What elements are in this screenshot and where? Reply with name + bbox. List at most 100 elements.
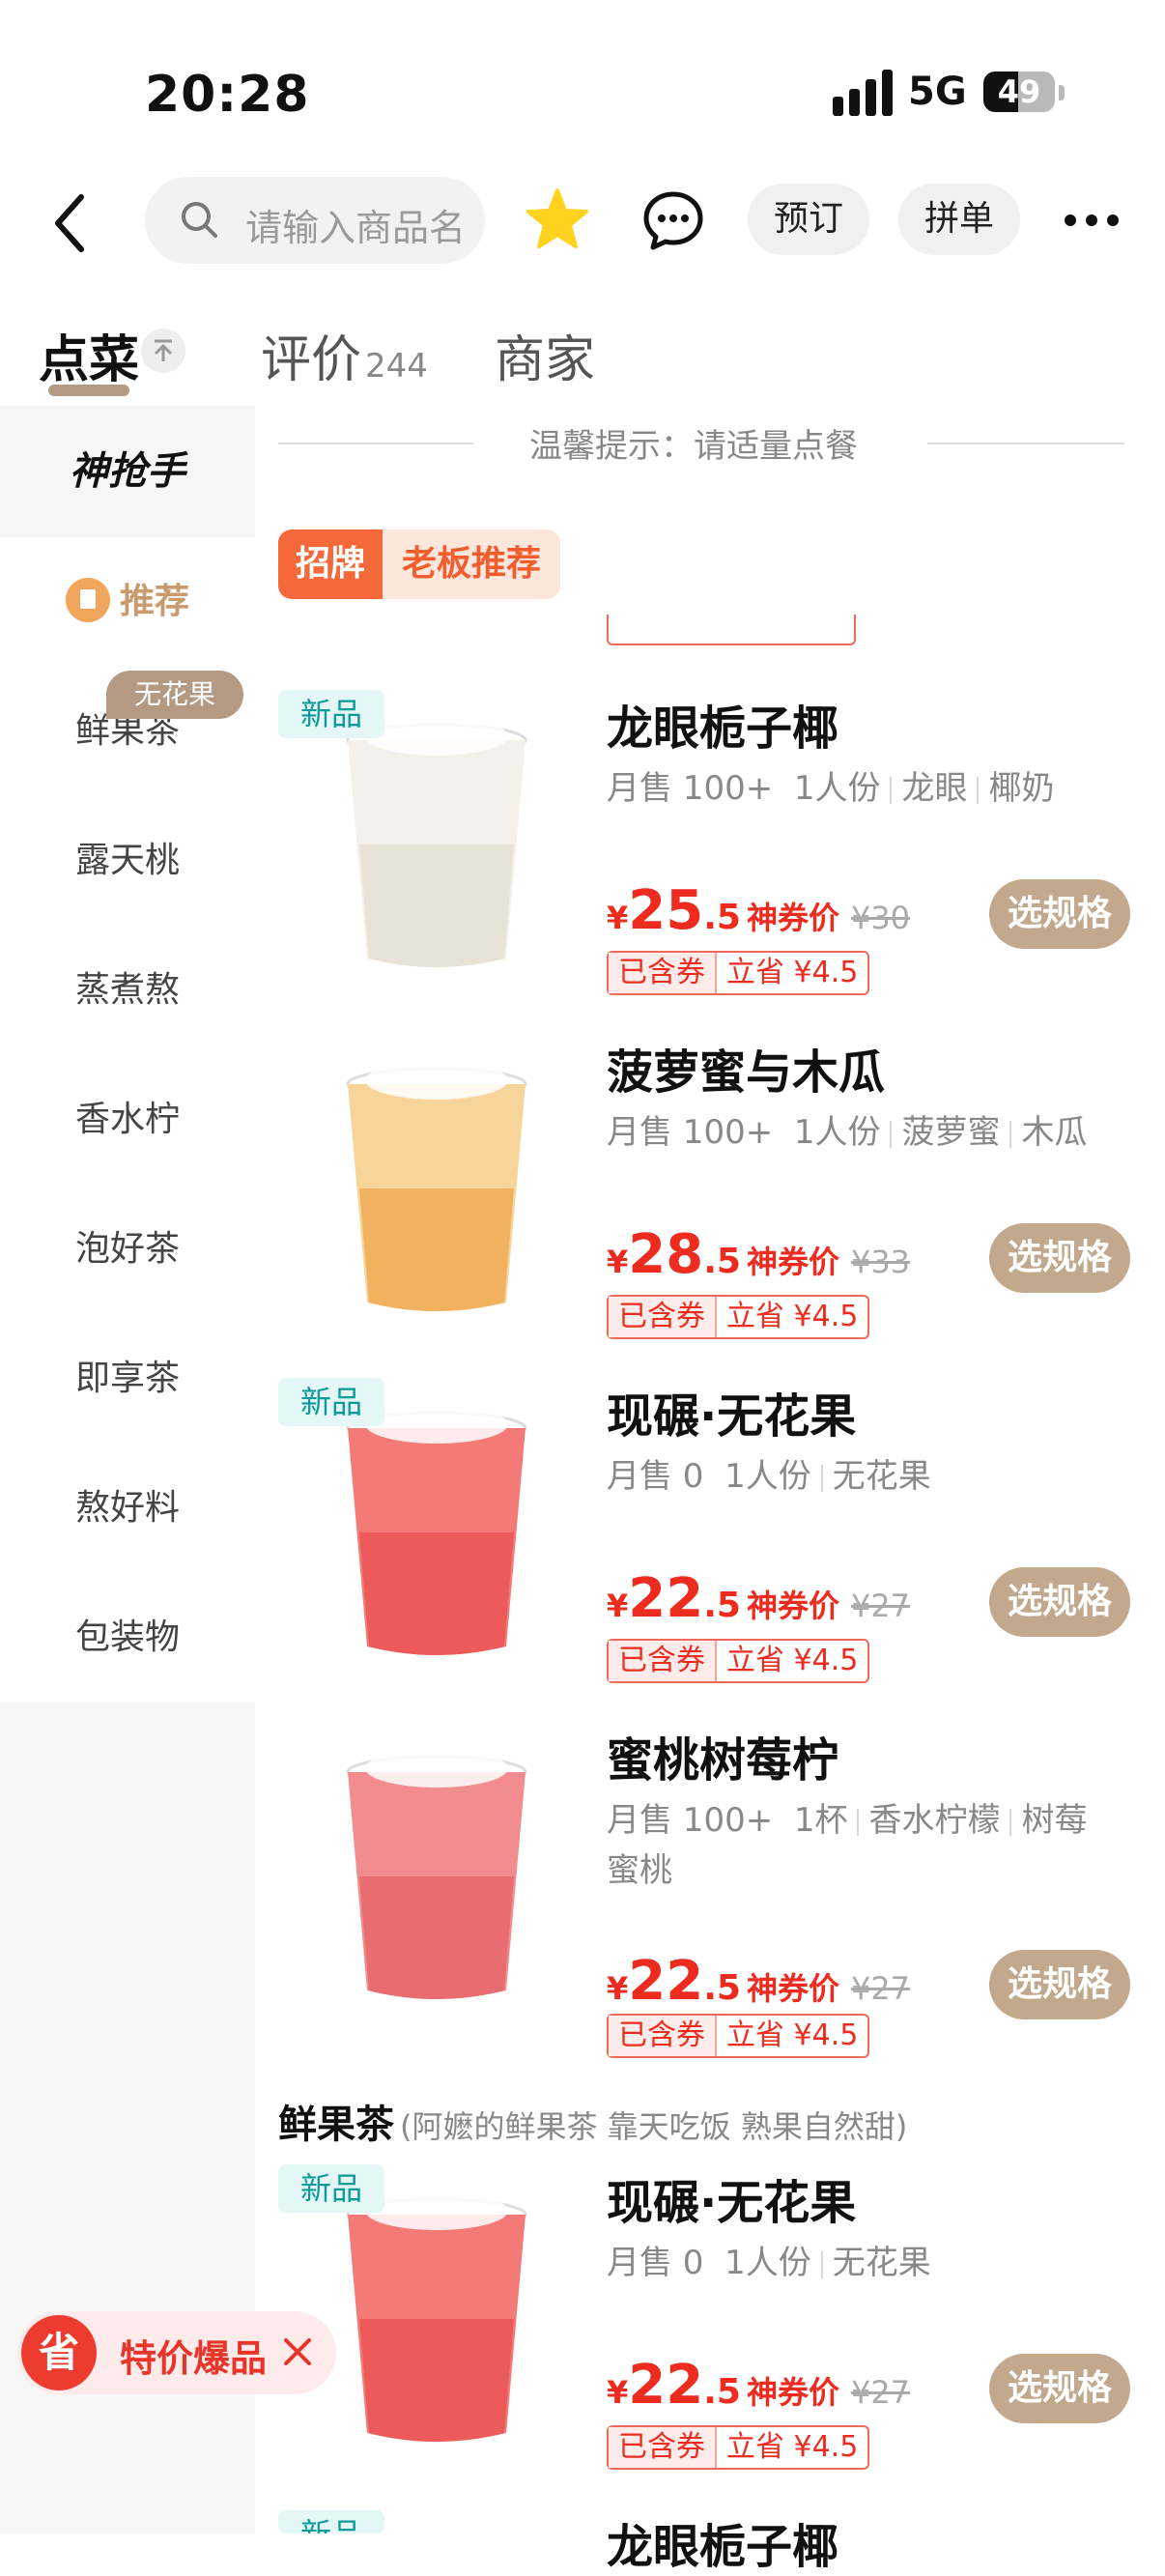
product-tag: 木瓜 xyxy=(1021,1113,1088,1152)
tab-reviews[interactable]: 评价 244 xyxy=(261,319,428,391)
meta-separator xyxy=(820,1464,823,1492)
chat-icon[interactable] xyxy=(641,188,705,252)
close-icon[interactable] xyxy=(278,2333,317,2371)
special-deal-float[interactable]: 省 特价爆品 xyxy=(17,2311,336,2394)
coupon-saved: 立省 ¥4.5 xyxy=(715,2016,867,2056)
coupon-badge: 已含券 立省 ¥4.5 xyxy=(607,2425,870,2470)
product-tag: 无花果 xyxy=(832,1457,931,1496)
coupon-saved: 立省 ¥4.5 xyxy=(715,1641,867,1681)
group-order-button[interactable]: 拼单 xyxy=(898,184,1020,255)
sidebar-item-brand[interactable]: 神抢手 xyxy=(0,406,255,537)
select-spec-button[interactable]: 选规格 xyxy=(989,1950,1130,2019)
product-price: ¥22.5 神券价 ¥27 xyxy=(607,2354,910,2417)
sidebar-item-packaging[interactable]: 包装物 xyxy=(0,1573,255,1703)
sidebar-recommend-label: 推荐 xyxy=(119,582,189,621)
coupon-badge: 已含券 立省 ¥4.5 xyxy=(607,951,870,995)
coupon-badge: 已含券 立省 ¥4.5 xyxy=(607,1639,870,1683)
sidebar-item-recommend[interactable]: 推荐 xyxy=(0,537,255,667)
back-icon[interactable] xyxy=(44,189,102,257)
peek-new-tag: 新品 xyxy=(278,2510,384,2533)
coupon-included-label: 已含券 xyxy=(609,2016,715,2056)
product-card[interactable]: 新品 现碾·无花果 月售 0 1人份 无花果 ¥22.5 神券价 ¥27 已含券 立省 … xyxy=(255,2164,1165,2508)
coupon-price-label: 神券价 xyxy=(746,1970,839,2007)
coupon-included-label: 已含券 xyxy=(609,1641,715,1681)
select-spec-button[interactable]: 选规格 xyxy=(989,2354,1130,2423)
sidebar-item-lutiantao[interactable]: 露天桃 xyxy=(0,796,255,926)
coupon-badge: 已含券 立省 ¥4.5 xyxy=(607,1295,870,1339)
search-input[interactable]: 请输入商品名 xyxy=(145,177,485,264)
coupon-price-label: 神券价 xyxy=(746,2374,839,2411)
coupon-saved: 立省 ¥4.5 xyxy=(715,1297,867,1337)
pin-top-icon[interactable] xyxy=(141,329,185,373)
monthly-sales: 月售 100+ xyxy=(607,769,774,808)
product-image xyxy=(346,1061,527,1311)
product-price: ¥28.5 神券价 ¥33 xyxy=(607,1223,910,1286)
sidebar-item-zhengzhuao[interactable]: 蒸煮熬 xyxy=(0,926,255,1055)
new-tag: 新品 xyxy=(278,2164,384,2213)
search-icon xyxy=(182,202,217,238)
product-card[interactable]: 新品 现碾·无花果 月售 0 1人份 无花果 ¥22.5 神券价 ¥27 已含券 立省 … xyxy=(255,1378,1165,1722)
original-price: ¥27 xyxy=(850,1588,911,1624)
product-tag: 香水柠檬 xyxy=(868,1801,1001,1840)
meta-separator xyxy=(977,776,980,804)
reserve-button[interactable]: 预订 xyxy=(748,184,869,255)
meta-separator xyxy=(857,1808,860,1836)
sidebar-item-jixiangcha[interactable]: 即享茶 xyxy=(0,1314,255,1444)
product-tag: 无花果 xyxy=(832,2244,931,2282)
portion: 1人份 xyxy=(793,769,881,808)
sidebar-item-paohaocha[interactable]: 泡好茶 xyxy=(0,1185,255,1314)
product-name: 蜜桃树莓柠 xyxy=(607,1733,839,1788)
status-time: 20:28 xyxy=(145,66,310,124)
price-decimal: .5 xyxy=(703,1968,741,2008)
new-tag: 新品 xyxy=(278,1378,384,1426)
notice-text: 温馨提示：请适量点餐 xyxy=(529,427,858,466)
notice-divider-left xyxy=(278,443,473,444)
product-tag: 龙眼 xyxy=(901,769,968,808)
price-decimal: .5 xyxy=(703,2372,741,2412)
select-spec-button[interactable]: 选规格 xyxy=(989,879,1130,949)
notice-divider-right xyxy=(927,443,1124,444)
meta-separator xyxy=(1009,1808,1012,1836)
price-integer: 22 xyxy=(628,2354,704,2417)
monthly-sales: 月售 100+ xyxy=(607,1801,774,1840)
product-meta: 月售 0 1人份 无花果 xyxy=(607,2238,1128,2288)
sidebar-item-xiangshuining[interactable]: 香水柠 xyxy=(0,1055,255,1185)
product-card[interactable]: 新品 龙眼栀子椰 月售 100+ 1人份 龙眼 椰奶 ¥25.5 神券价 ¥30 已含券… xyxy=(255,690,1165,1034)
currency-symbol: ¥ xyxy=(607,1244,629,1280)
coupon-price-label: 神券价 xyxy=(746,1588,839,1624)
monthly-sales: 月售 0 xyxy=(607,1457,704,1496)
signature-tag: 招牌 老板推荐 xyxy=(278,530,561,599)
coupon-badge: 已含券 立省 ¥4.5 xyxy=(607,2014,870,2058)
product-card[interactable]: 菠萝蜜与木瓜 月售 100+ 1人份 菠萝蜜 木瓜 ¥28.5 神券价 ¥33 已含券立… xyxy=(255,1034,1165,1378)
select-spec-button[interactable]: 选规格 xyxy=(989,1567,1130,1637)
section-title-fresh-fruit-tea: 鲜果茶 (阿嬷的鲜果茶 靠天吃饭 熟果自然甜) xyxy=(278,2093,907,2149)
product-price: ¥22.5 神券价 ¥27 xyxy=(607,1567,910,1630)
tab-merchant[interactable]: 商家 xyxy=(495,319,595,391)
favorite-star-icon[interactable] xyxy=(526,187,589,251)
select-spec-button[interactable]: 选规格 xyxy=(989,1223,1130,1293)
product-image xyxy=(346,1405,527,1655)
meta-separator xyxy=(820,2250,823,2278)
product-tag-wrap: 蜜桃 xyxy=(607,1851,672,1890)
product-image xyxy=(346,717,527,967)
special-deal-label: 特价爆品 xyxy=(120,2337,268,2380)
coupon-price-label: 神券价 xyxy=(746,900,839,936)
signal-icon xyxy=(833,68,893,116)
product-price: ¥25.5 神券价 ¥30 xyxy=(607,879,910,942)
sidebar-item-aohaoliao[interactable]: 熬好料 xyxy=(0,1444,255,1573)
currency-symbol: ¥ xyxy=(607,1588,629,1624)
section-title-text: 鲜果茶 xyxy=(278,2103,394,2147)
status-bar: 20:28 5G 49 xyxy=(0,0,1165,174)
product-name: 龙眼栀子椰 xyxy=(607,701,839,756)
product-tag: 菠萝蜜 xyxy=(901,1113,1001,1152)
tab-order[interactable]: 点菜 xyxy=(39,319,139,391)
product-meta: 月售 100+ 1杯 香水柠檬 树莓 蜜桃 xyxy=(607,1795,1128,1896)
coupon-saved: 立省 ¥4.5 xyxy=(715,953,867,993)
coupon-saved: 立省 ¥4.5 xyxy=(715,2427,867,2468)
portion: 1人份 xyxy=(725,1457,811,1496)
more-icon[interactable] xyxy=(1063,211,1121,230)
coupon-included-label: 已含券 xyxy=(609,1297,715,1337)
product-tag: 椰奶 xyxy=(988,769,1055,808)
product-card[interactable]: 蜜桃树莓柠 月售 100+ 1杯 香水柠檬 树莓 蜜桃 ¥22.5 神券价 ¥27 已含… xyxy=(255,1722,1165,2066)
original-price: ¥27 xyxy=(850,2374,911,2411)
